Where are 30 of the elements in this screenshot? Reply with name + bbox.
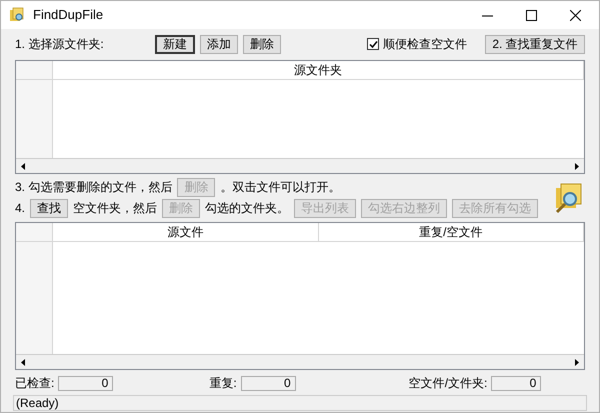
checkbox[interactable]: [367, 38, 379, 50]
instruction-text: 空文件夹，然后: [73, 200, 158, 217]
stat-value: 0: [491, 376, 542, 390]
button[interactable]: 查找: [30, 198, 68, 218]
instruction-text: 勾选的文件夹。: [205, 200, 290, 217]
column-header[interactable]: 重复/空文件: [318, 223, 584, 241]
instruction-text: 。双击文件可以打开。: [220, 179, 340, 196]
stat-value: 0: [240, 376, 296, 390]
close-icon[interactable]: [570, 10, 581, 20]
instruction-text: 4.: [15, 200, 26, 217]
stat-label: 空文件/文件夹:: [408, 375, 488, 392]
button[interactable]: 2. 查找重复文件: [485, 34, 585, 54]
button[interactable]: 添加: [200, 34, 238, 54]
column-header[interactable]: 源文件夹: [53, 61, 584, 79]
app-icon: [9, 7, 25, 23]
button[interactable]: 新建: [155, 34, 195, 54]
column-header[interactable]: 源文件: [53, 223, 318, 241]
stat-value: 0: [58, 376, 114, 390]
checkbox-label: 顺便检查空文件: [383, 36, 467, 53]
window-title: FindDupFile: [33, 6, 104, 24]
horizontal-scrollbar[interactable]: [16, 354, 584, 369]
status-bar: (Ready): [13, 395, 587, 411]
stat-label: 已检查:: [15, 375, 54, 392]
button[interactable]: 删除: [243, 34, 281, 54]
stat-label: 重复:: [209, 375, 237, 392]
instruction-text: 3. 勾选需要删除的文件，然后: [15, 179, 172, 196]
check-icon: [368, 40, 378, 48]
maximize-icon[interactable]: [526, 10, 537, 20]
horizontal-scrollbar[interactable]: [16, 158, 584, 173]
step-label: 1. 选择源文件夹:: [15, 36, 105, 53]
